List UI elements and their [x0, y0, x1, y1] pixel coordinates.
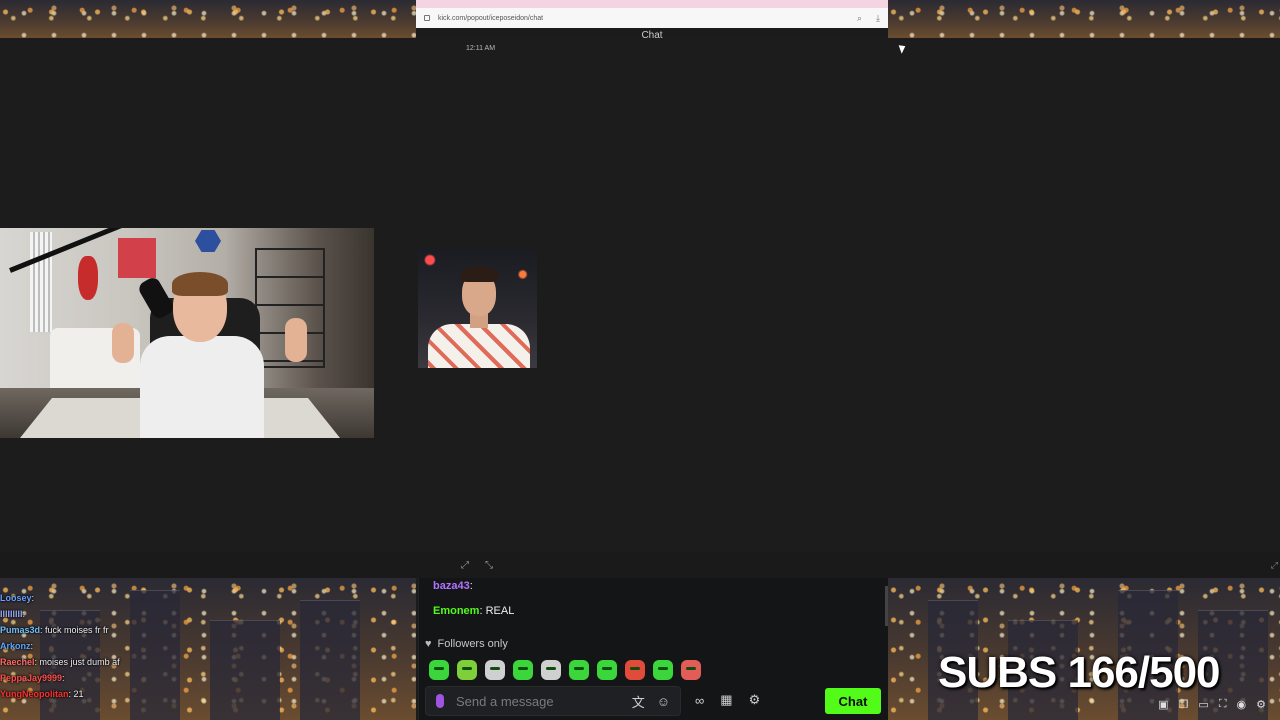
subs-counter: SUBS 166/500 — [938, 648, 1221, 697]
popout-icon[interactable]: ❐ — [1179, 698, 1189, 711]
wall-poster — [118, 238, 156, 278]
emote-button[interactable] — [653, 660, 673, 680]
emoji-icon[interactable]: ☺ — [657, 694, 670, 709]
settings-icon[interactable]: ⚙ — [749, 692, 761, 708]
fullscreen-icon[interactable]: ⛶ — [1219, 698, 1227, 711]
emote-button[interactable] — [429, 660, 449, 680]
hexagon-light — [195, 230, 221, 252]
followers-only-label: Followers only — [437, 638, 508, 650]
chat-username[interactable]: Emonem — [433, 605, 479, 617]
theater-icon[interactable]: ▭ — [1198, 698, 1208, 711]
chat-input[interactable]: Send a message 文 ☺ — [425, 686, 681, 716]
zoom-icon[interactable]: ⌕ — [857, 13, 862, 24]
browser-url[interactable]: kick.com/popout/iceposeidon/chat — [438, 15, 843, 22]
download-icon[interactable]: ⤓ — [876, 13, 880, 24]
overlay-chat-line: Arkonz: — [0, 641, 34, 651]
guest-portrait — [418, 248, 537, 368]
browser-titlebar — [416, 0, 888, 8]
overlay-chat-line: PeppaJay9999: — [0, 673, 65, 683]
chat-send-button[interactable]: Chat — [825, 688, 881, 714]
emote-button[interactable] — [513, 660, 533, 680]
emote-button[interactable] — [681, 660, 701, 680]
edge-expand-icon[interactable]: ⤢ — [1271, 560, 1278, 571]
kick-chat-panel: baza43: Emonem: REAL ♥ Followers only Se… — [418, 578, 888, 720]
chat-text: REAL — [485, 605, 515, 617]
streamer-webcam — [0, 228, 374, 438]
stream-page: kick.com/popout/iceposeidon/chat ⌕ ⤓ Cha… — [0, 0, 1280, 720]
overlay-chat: Loosey: lllIlllll: Pumas3d: fuck moises … — [0, 590, 180, 702]
overlay-chat-line: YungNeopolitan: 21 — [0, 689, 84, 699]
infinity-icon[interactable]: ∞ — [695, 693, 704, 708]
heart-icon: ♥ — [425, 638, 432, 650]
city-background-top-left — [0, 0, 416, 38]
overlay-chat-line: Raechel: moises just dumb af — [0, 657, 120, 667]
window-blinds — [30, 232, 52, 332]
expand-icon[interactable]: ⤢ — [461, 560, 469, 571]
browser-popup: kick.com/popout/iceposeidon/chat ⌕ ⤓ Cha… — [416, 0, 888, 38]
miniplayer-icon[interactable]: ▣ — [1158, 698, 1168, 711]
emote-button[interactable] — [597, 660, 617, 680]
emote-bar — [429, 660, 701, 680]
emote-button[interactable] — [569, 660, 589, 680]
browser-urlbar[interactable]: kick.com/popout/iceposeidon/chat ⌕ ⤓ — [416, 8, 888, 28]
chat-tools: ∞ ▦ ⚙ — [695, 692, 760, 708]
followers-only-notice: ♥ Followers only — [425, 638, 508, 650]
guest-hair — [460, 266, 498, 282]
player-settings-icon[interactable]: ⚙ — [1256, 698, 1266, 711]
chat-message: Emonem: REAL — [433, 605, 515, 617]
chat-input-placeholder[interactable]: Send a message — [456, 694, 620, 709]
overlay-chat-line: Pumas3d: fuck moises fr fr — [0, 625, 109, 635]
guest-shirt — [428, 324, 530, 368]
overlay-chat-line: Loosey: — [0, 593, 35, 603]
lock-icon — [424, 15, 430, 21]
clip-icon[interactable]: ◉ — [1237, 698, 1247, 711]
streamer-shirt — [140, 336, 264, 438]
emote-button[interactable] — [625, 660, 645, 680]
translate-icon[interactable]: 文 — [632, 692, 645, 711]
mouse-cursor-icon — [898, 43, 908, 54]
timestamp: 12:11 AM — [466, 45, 496, 52]
chat-header: Chat — [416, 28, 888, 38]
emote-button[interactable] — [541, 660, 561, 680]
overlay-chat-line: lllIlllll: — [0, 609, 26, 619]
player-controls: ▣ ❐ ▭ ⛶ ◉ ⚙ — [1158, 698, 1266, 711]
chat-message: baza43: — [433, 580, 473, 592]
streamer-hand-right — [285, 318, 307, 362]
emote-button[interactable] — [457, 660, 477, 680]
emote-button[interactable] — [485, 660, 505, 680]
chat-username[interactable]: baza43 — [433, 580, 470, 592]
mic-icon[interactable] — [436, 694, 444, 708]
wall-guitar — [78, 256, 98, 300]
collapse-icon[interactable]: ⤡ — [485, 560, 493, 571]
city-background-top-right — [888, 0, 1280, 38]
toolbar-strip: ⤢ ⤡ — [0, 552, 1280, 578]
store-icon[interactable]: ▦ — [720, 692, 732, 708]
streamer-hand-left — [112, 323, 134, 363]
streamer-hair — [172, 272, 228, 296]
